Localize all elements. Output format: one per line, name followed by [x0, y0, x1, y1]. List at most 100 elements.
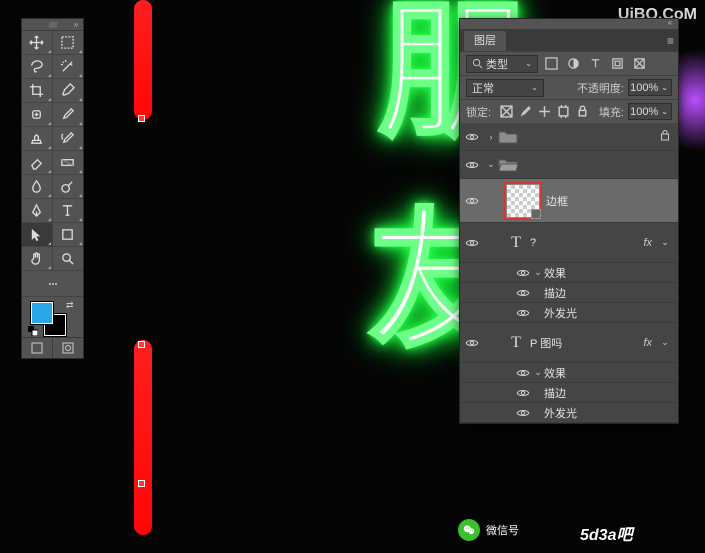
visibility-toggle[interactable] — [514, 368, 532, 378]
fx-item-row[interactable]: 描边 — [460, 283, 678, 303]
hand-tool[interactable] — [22, 247, 53, 271]
magic-wand-tool[interactable] — [53, 55, 84, 79]
shape-bar-bottom[interactable] — [134, 340, 152, 535]
lock-pixels-icon[interactable] — [498, 103, 514, 121]
blur-tool[interactable] — [22, 175, 53, 199]
path-anchor[interactable] — [138, 480, 145, 487]
visibility-toggle[interactable] — [514, 288, 532, 298]
fx-collapse-icon[interactable]: ⌄ — [658, 337, 672, 348]
fx-badge[interactable]: fx — [643, 337, 652, 349]
fx-header-row[interactable]: ⌄ 效果 — [460, 363, 678, 383]
clone-stamp-tool[interactable] — [22, 127, 53, 151]
healing-brush-tool[interactable] — [22, 103, 53, 127]
visibility-toggle[interactable] — [460, 196, 484, 206]
lock-row: 锁定: 填充: 100% ⌄ — [460, 99, 678, 123]
collapse-icon[interactable]: » — [71, 20, 81, 30]
filter-adjust-icon[interactable] — [564, 55, 582, 73]
lock-artboard-icon[interactable] — [555, 103, 571, 121]
shape-bar-top[interactable] — [134, 0, 152, 120]
fx-name[interactable]: 描边 — [544, 385, 566, 401]
visibility-toggle[interactable] — [460, 338, 484, 348]
color-swatches[interactable]: ⇄ — [22, 297, 83, 337]
collapse-icon[interactable]: « — [665, 19, 675, 29]
pen-tool[interactable] — [22, 199, 53, 223]
eraser-tool[interactable] — [22, 151, 53, 175]
layers-panel[interactable]: « 图层 ≡ 类型 ⌄ 正常 ⌄ 不透明度: 100% ⌄ 锁定: — [459, 18, 679, 424]
fx-collapse-icon[interactable]: ⌄ — [658, 237, 672, 248]
layer-name[interactable]: 边框 — [546, 193, 568, 209]
layer-list[interactable]: › ⌄ 边框 T ? fx ⌄ ⌄ 效果 — [460, 123, 678, 423]
chevron-down-icon: ⌄ — [531, 83, 538, 92]
move-tool[interactable] — [22, 31, 53, 55]
visibility-toggle[interactable] — [514, 408, 532, 418]
layer-group-row[interactable]: ⌄ — [460, 151, 678, 179]
layer-row[interactable]: T ? fx ⌄ — [460, 223, 678, 263]
filter-smart-icon[interactable] — [630, 55, 648, 73]
filter-kind-select[interactable]: 类型 ⌄ — [466, 55, 538, 73]
visibility-toggle[interactable] — [514, 388, 532, 398]
fx-item-row[interactable]: 外发光 — [460, 403, 678, 423]
lasso-tool[interactable] — [22, 55, 53, 79]
filter-shape-icon[interactable] — [608, 55, 626, 73]
visibility-toggle[interactable] — [460, 132, 484, 142]
expand-icon[interactable]: › — [484, 132, 498, 142]
dodge-tool[interactable] — [53, 175, 84, 199]
eyedropper-tool[interactable] — [53, 79, 84, 103]
blend-mode-select[interactable]: 正常 ⌄ — [466, 79, 544, 97]
shape-tool[interactable] — [53, 223, 84, 247]
tab-layers[interactable]: 图层 — [464, 31, 506, 51]
folder-open-icon — [498, 157, 518, 172]
marquee-tool[interactable] — [53, 31, 84, 55]
brush-tool[interactable] — [53, 103, 84, 127]
fx-name[interactable]: 外发光 — [544, 405, 577, 421]
screen-mode-standard[interactable] — [22, 338, 53, 358]
foreground-color-swatch[interactable] — [31, 302, 53, 324]
path-selection-tool[interactable] — [22, 223, 53, 247]
history-brush-tool[interactable] — [53, 127, 84, 151]
tools-panel[interactable]: » ⇄ — [21, 18, 84, 359]
fx-label: 效果 — [544, 265, 566, 281]
overlay-logo: 5d3a吧 — [580, 521, 632, 545]
opacity-input[interactable]: 100% ⌄ — [628, 79, 672, 96]
filter-pixel-icon[interactable] — [542, 55, 560, 73]
type-tool[interactable] — [53, 199, 84, 223]
swap-colors-icon[interactable]: ⇄ — [66, 300, 74, 311]
lock-paint-icon[interactable] — [517, 103, 533, 121]
zoom-tool[interactable] — [53, 247, 84, 271]
tools-panel-header[interactable]: » — [22, 19, 83, 31]
fx-item-row[interactable]: 描边 — [460, 383, 678, 403]
panel-menu-icon[interactable]: ≡ — [663, 31, 678, 51]
lock-all-icon[interactable] — [574, 103, 590, 121]
visibility-toggle[interactable] — [460, 238, 484, 248]
fill-label: 填充: — [599, 104, 624, 120]
layers-panel-header[interactable]: « — [460, 19, 678, 29]
path-anchor[interactable] — [138, 341, 145, 348]
layer-name[interactable]: P 图吗 — [530, 335, 562, 351]
fx-header-row[interactable]: ⌄ 效果 — [460, 263, 678, 283]
visibility-toggle[interactable] — [514, 308, 532, 318]
visibility-toggle[interactable] — [514, 268, 532, 278]
layer-group-row[interactable]: › — [460, 123, 678, 151]
layer-thumbnail[interactable] — [506, 184, 540, 218]
layer-row[interactable]: T P 图吗 fx ⌄ — [460, 323, 678, 363]
collapse-icon[interactable]: ⌄ — [484, 159, 498, 170]
default-colors-icon[interactable] — [28, 326, 38, 339]
filter-kind-label: 类型 — [486, 56, 508, 72]
collapse-icon[interactable]: ⌄ — [532, 367, 544, 378]
fx-name[interactable]: 描边 — [544, 285, 566, 301]
crop-tool[interactable] — [22, 79, 53, 103]
filter-type-icon[interactable] — [586, 55, 604, 73]
visibility-toggle[interactable] — [460, 160, 484, 170]
tool-cycle-row[interactable] — [22, 271, 83, 297]
lock-position-icon[interactable] — [536, 103, 552, 121]
fx-badge[interactable]: fx — [643, 237, 652, 249]
layer-name[interactable]: ? — [530, 237, 536, 249]
layer-row-selected[interactable]: 边框 — [460, 179, 678, 223]
fill-input[interactable]: 100% ⌄ — [628, 103, 672, 120]
gradient-tool[interactable] — [53, 151, 84, 175]
screen-mode-quickmask[interactable] — [53, 338, 83, 358]
collapse-icon[interactable]: ⌄ — [532, 267, 544, 278]
path-anchor[interactable] — [138, 115, 145, 122]
fx-item-row[interactable]: 外发光 — [460, 303, 678, 323]
fx-name[interactable]: 外发光 — [544, 305, 577, 321]
